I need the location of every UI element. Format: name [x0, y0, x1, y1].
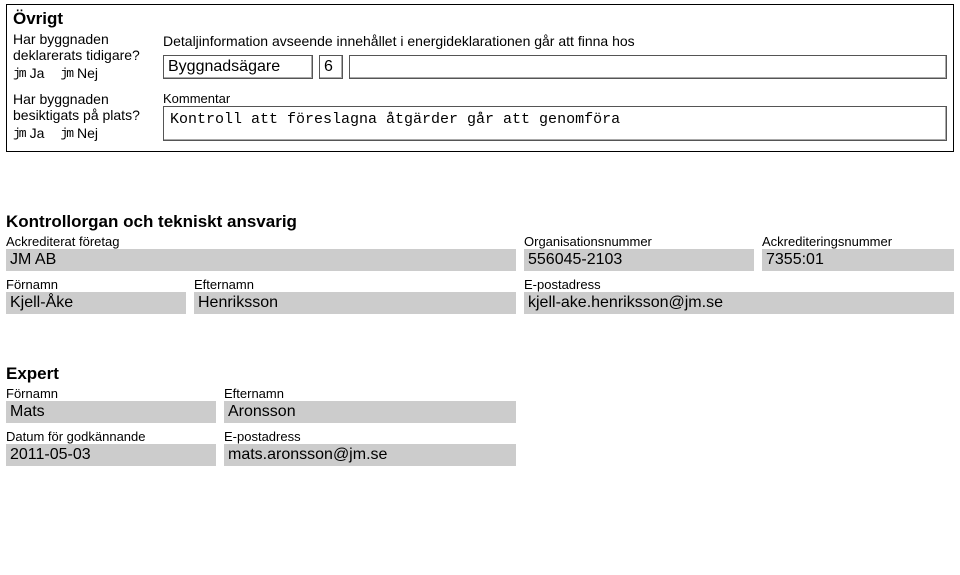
- q2-ja-label: Ja: [30, 125, 45, 141]
- detail-info-text: Detaljinformation avseende innehållet i …: [163, 33, 947, 49]
- q1-text: Har byggnaden deklarerats tidigare?: [13, 31, 163, 63]
- radio-icon: jm: [60, 126, 72, 141]
- expert-efternamn-value: Aronsson: [224, 401, 516, 423]
- expert-efternamn-label: Efternamn: [224, 386, 516, 401]
- expert-title: Expert: [6, 364, 954, 384]
- acknr-label: Ackrediteringsnummer: [762, 234, 954, 249]
- acknr-value: 7355:01: [762, 249, 954, 271]
- kontroll-fornamn-label: Förnamn: [6, 277, 186, 292]
- expert-fornamn-label: Förnamn: [6, 386, 216, 401]
- expert-epost-label: E-postadress: [224, 429, 516, 444]
- q2-text: Har byggnaden besiktigats på plats?: [13, 91, 163, 123]
- expert-datum-label: Datum för godkännande: [6, 429, 216, 444]
- ovrigt-section: Övrigt Har byggnaden deklarerats tidigar…: [6, 4, 954, 152]
- ovrigt-title: Övrigt: [13, 9, 947, 29]
- komment-textarea[interactable]: Kontroll att föreslagna åtgärder går att…: [163, 106, 947, 141]
- q1-ja-label: Ja: [30, 65, 45, 81]
- owner-select[interactable]: Byggnadsägare: [163, 55, 313, 79]
- q1-nej-label: Nej: [77, 65, 98, 81]
- radio-icon: jm: [13, 66, 25, 81]
- radio-icon: jm: [13, 126, 25, 141]
- kontroll-title: Kontrollorgan och tekniskt ansvarig: [6, 212, 954, 232]
- expert-datum-value: 2011-05-03: [6, 444, 216, 466]
- kontroll-epost-value: kjell-ake.henriksson@jm.se: [524, 292, 954, 314]
- orgnr-label: Organisationsnummer: [524, 234, 754, 249]
- q1-nej-radio[interactable]: jm Nej: [60, 65, 98, 81]
- q1-ja-radio[interactable]: jm Ja: [13, 65, 44, 81]
- q2-ja-radio[interactable]: jm Ja: [13, 125, 44, 141]
- q2-nej-label: Nej: [77, 125, 98, 141]
- radio-icon: jm: [60, 66, 72, 81]
- owner-extra-field[interactable]: [349, 55, 947, 79]
- ack-foretag-label: Ackrediterat företag: [6, 234, 516, 249]
- komment-label: Kommentar: [163, 91, 947, 106]
- expert-section: Expert Förnamn Mats Efternamn Aronsson D…: [6, 364, 954, 466]
- orgnr-value: 556045-2103: [524, 249, 754, 271]
- expert-epost-value: mats.aronsson@jm.se: [224, 444, 516, 466]
- kontroll-section: Kontrollorgan och tekniskt ansvarig Ackr…: [6, 212, 954, 314]
- kontroll-efternamn-value: Henriksson: [194, 292, 516, 314]
- kontroll-epost-label: E-postadress: [524, 277, 954, 292]
- kontroll-fornamn-value: Kjell-Åke: [6, 292, 186, 314]
- owner-num-field[interactable]: 6: [319, 55, 343, 79]
- kontroll-efternamn-label: Efternamn: [194, 277, 516, 292]
- ack-foretag-value: JM AB: [6, 249, 516, 271]
- q2-nej-radio[interactable]: jm Nej: [60, 125, 98, 141]
- expert-fornamn-value: Mats: [6, 401, 216, 423]
